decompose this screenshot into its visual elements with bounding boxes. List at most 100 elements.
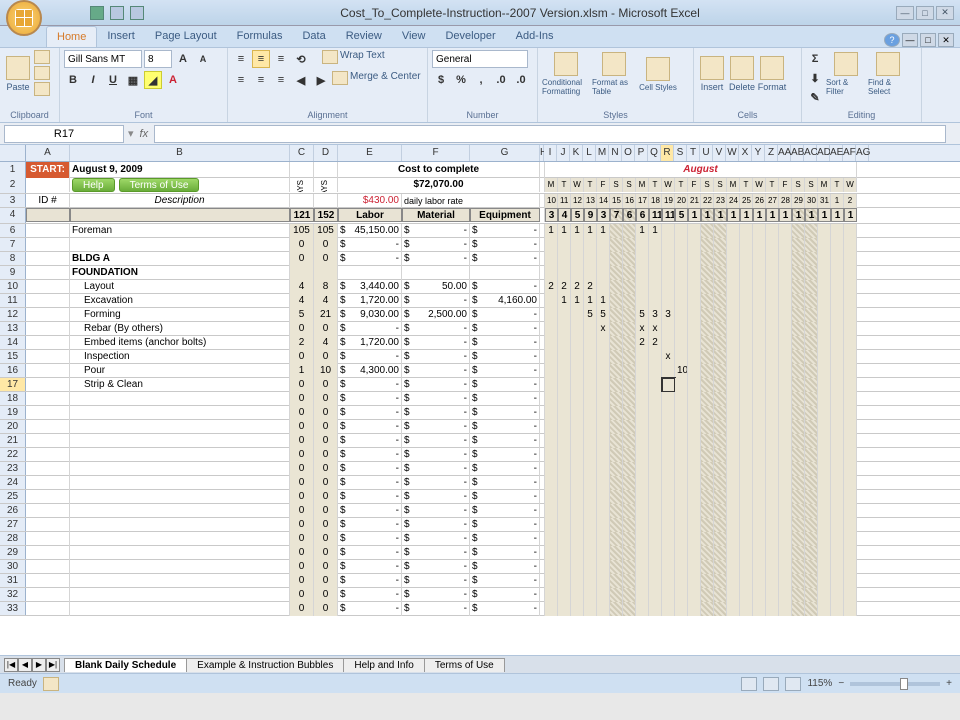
equipment-cell[interactable]: $-: [470, 574, 540, 588]
material-cell[interactable]: $-: [402, 560, 470, 574]
delete-cells-button[interactable]: Delete: [728, 50, 756, 98]
schedule-cell[interactable]: [545, 490, 558, 504]
schedule-cell[interactable]: [597, 476, 610, 490]
schedule-cell[interactable]: [818, 532, 831, 546]
schedule-cell[interactable]: [779, 238, 792, 252]
schedule-cell[interactable]: [779, 378, 792, 392]
schedule-cell[interactable]: [753, 322, 766, 336]
schedule-cell[interactable]: [571, 350, 584, 364]
tab-nav-prev[interactable]: ◀: [18, 658, 32, 672]
schedule-cell[interactable]: [571, 392, 584, 406]
row-header-31[interactable]: 31: [0, 574, 26, 587]
mandays-cell[interactable]: 0: [314, 448, 338, 462]
schedule-cell[interactable]: [610, 588, 623, 602]
schedule-cell[interactable]: [714, 322, 727, 336]
col-header-AE[interactable]: AE: [830, 145, 843, 161]
schedule-cell[interactable]: [844, 238, 857, 252]
material-cell[interactable]: $-: [402, 434, 470, 448]
description-cell[interactable]: [70, 448, 290, 462]
schedule-cell[interactable]: [675, 476, 688, 490]
schedule-cell[interactable]: [662, 588, 675, 602]
equipment-cell[interactable]: $-: [470, 490, 540, 504]
mandays-cell[interactable]: 21: [314, 308, 338, 322]
schedule-cell[interactable]: 5: [597, 308, 610, 322]
labor-cell[interactable]: [338, 266, 402, 280]
schedule-cell[interactable]: [701, 518, 714, 532]
schedule-cell[interactable]: [753, 546, 766, 560]
schedule-cell[interactable]: [675, 532, 688, 546]
row-header-23[interactable]: 23: [0, 462, 26, 475]
col-header-AD[interactable]: AD: [817, 145, 830, 161]
material-cell[interactable]: $-: [402, 224, 470, 238]
schedule-cell[interactable]: [805, 294, 818, 308]
schedule-cell[interactable]: [805, 546, 818, 560]
labor-cell[interactable]: $-: [338, 574, 402, 588]
schedule-cell[interactable]: [571, 588, 584, 602]
row-header-22[interactable]: 22: [0, 448, 26, 461]
schedule-cell[interactable]: [805, 392, 818, 406]
schedule-cell[interactable]: [844, 294, 857, 308]
schedule-cell[interactable]: [584, 518, 597, 532]
schedule-cell[interactable]: [662, 462, 675, 476]
schedule-cell[interactable]: [818, 504, 831, 518]
col-header-V[interactable]: V: [713, 145, 726, 161]
schedule-cell[interactable]: [545, 252, 558, 266]
activity-days-cell[interactable]: 0: [290, 462, 314, 476]
schedule-cell[interactable]: [623, 322, 636, 336]
schedule-cell[interactable]: [831, 560, 844, 574]
schedule-cell[interactable]: [818, 420, 831, 434]
formula-input[interactable]: [154, 125, 946, 143]
row-header-24[interactable]: 24: [0, 476, 26, 489]
id-cell[interactable]: [26, 266, 70, 280]
schedule-cell[interactable]: [727, 322, 740, 336]
id-cell[interactable]: [26, 308, 70, 322]
id-cell[interactable]: [26, 336, 70, 350]
schedule-cell[interactable]: [597, 532, 610, 546]
description-cell[interactable]: Strip & Clean: [70, 378, 290, 392]
schedule-cell[interactable]: [792, 238, 805, 252]
schedule-cell[interactable]: [844, 532, 857, 546]
row-header-18[interactable]: 18: [0, 392, 26, 405]
ribbon-tab-data[interactable]: Data: [292, 26, 335, 47]
schedule-cell[interactable]: [792, 364, 805, 378]
col-header-P[interactable]: P: [635, 145, 648, 161]
col-header-M[interactable]: M: [596, 145, 609, 161]
col-header-S[interactable]: S: [674, 145, 687, 161]
decrease-decimal-icon[interactable]: .0: [512, 71, 530, 89]
id-cell[interactable]: [26, 238, 70, 252]
schedule-cell[interactable]: [636, 462, 649, 476]
schedule-cell[interactable]: [831, 238, 844, 252]
schedule-cell[interactable]: [766, 252, 779, 266]
schedule-cell[interactable]: [727, 280, 740, 294]
description-cell[interactable]: Rebar (By others): [70, 322, 290, 336]
schedule-cell[interactable]: [623, 434, 636, 448]
schedule-cell[interactable]: [610, 602, 623, 616]
labor-cell[interactable]: $-: [338, 252, 402, 266]
col-header-AG[interactable]: AG: [856, 145, 869, 161]
schedule-cell[interactable]: [636, 602, 649, 616]
schedule-cell[interactable]: [545, 448, 558, 462]
description-cell[interactable]: Layout: [70, 280, 290, 294]
col-header-A[interactable]: A: [26, 145, 70, 161]
schedule-cell[interactable]: [649, 420, 662, 434]
schedule-cell[interactable]: [688, 406, 701, 420]
schedule-cell[interactable]: [805, 406, 818, 420]
row-header-2[interactable]: 2: [0, 178, 26, 193]
page-break-view-icon[interactable]: [785, 677, 801, 691]
id-cell[interactable]: [26, 546, 70, 560]
schedule-cell[interactable]: [701, 364, 714, 378]
schedule-cell[interactable]: [805, 448, 818, 462]
schedule-cell[interactable]: [636, 546, 649, 560]
schedule-cell[interactable]: [740, 224, 753, 238]
schedule-cell[interactable]: [662, 546, 675, 560]
schedule-cell[interactable]: [740, 546, 753, 560]
row-header-14[interactable]: 14: [0, 336, 26, 349]
id-cell[interactable]: [26, 602, 70, 616]
schedule-cell[interactable]: [610, 322, 623, 336]
equipment-cell[interactable]: $-: [470, 602, 540, 616]
schedule-cell[interactable]: [545, 294, 558, 308]
schedule-cell[interactable]: [571, 546, 584, 560]
schedule-cell[interactable]: [688, 322, 701, 336]
schedule-cell[interactable]: [701, 602, 714, 616]
schedule-cell[interactable]: [675, 448, 688, 462]
